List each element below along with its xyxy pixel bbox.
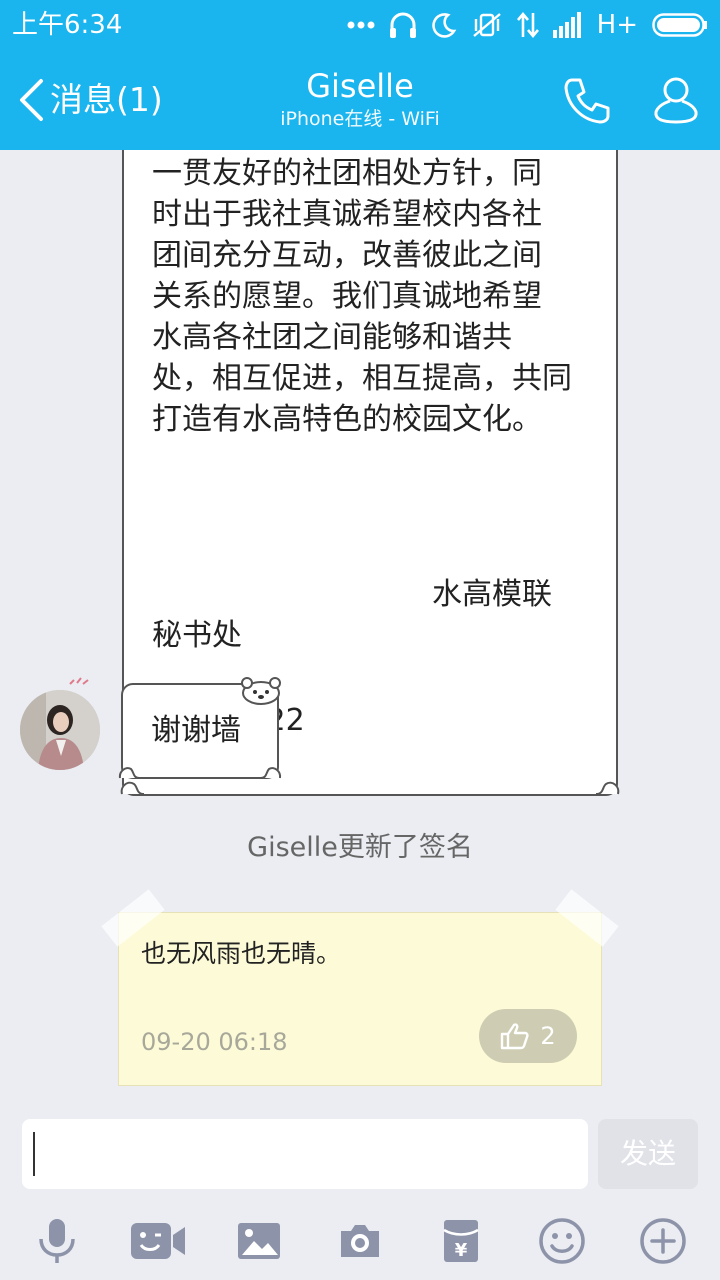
bubble-curl-icon — [118, 767, 140, 779]
plus-icon — [640, 1218, 686, 1264]
battery-icon — [652, 13, 707, 37]
video-emoji-icon — [131, 1223, 185, 1259]
signal-icon — [552, 12, 581, 38]
red-packet-icon: ¥ — [443, 1220, 479, 1262]
status-time: 上午6:34 — [12, 10, 123, 40]
bubble-curl-icon — [260, 767, 282, 779]
tape-decoration — [555, 889, 619, 947]
message-line: 处，相互促进，相互提高，共同 — [152, 361, 572, 396]
message-line: 团间充分互动，改善彼此之间 — [152, 238, 542, 273]
red-packet-button[interactable]: ¥ — [431, 1211, 491, 1271]
message-line: 一贯友好的社团相处方针，同 — [152, 156, 542, 191]
signature-card[interactable]: 也无风雨也无晴。 09-20 06:18 2 — [101, 889, 619, 1086]
message-text: ─ 一贯友好的社团相处方针，同 时出于我社真诚希望校内各社 团间充分互动，改善彼… — [152, 150, 592, 440]
avatar-photo-icon — [20, 690, 100, 770]
cut-off-line: ─ — [152, 150, 592, 153]
message-bubble-short[interactable]: 谢谢墙 — [118, 677, 282, 779]
camera-icon — [341, 1225, 379, 1257]
emoji-icon — [539, 1218, 585, 1264]
sparkle-decoration-icon — [69, 677, 89, 685]
user-icon — [654, 77, 698, 124]
chevron-left-icon — [20, 79, 43, 121]
message-input[interactable] — [22, 1119, 588, 1189]
send-button[interactable]: 发送 — [598, 1119, 698, 1189]
text-cursor — [33, 1132, 35, 1176]
headphone-icon — [389, 12, 416, 38]
message-line: 水高各社团之间能够和谐共 — [152, 320, 512, 355]
image-icon — [238, 1223, 280, 1259]
signature-text: 也无风雨也无晴。 — [141, 939, 342, 968]
call-button[interactable] — [558, 72, 614, 128]
like-button[interactable]: 2 — [479, 1009, 577, 1063]
moon-icon — [431, 13, 456, 38]
more-dots-icon — [347, 21, 375, 29]
message-line: 时出于我社真诚希望校内各社 — [152, 197, 542, 232]
system-notice: Giselle更新了签名 — [247, 832, 473, 863]
profile-button[interactable] — [648, 72, 704, 128]
input-bar: 发送 ¥ — [0, 1105, 720, 1280]
more-button[interactable] — [633, 1211, 693, 1271]
chat-title-block: Giselle iPhone在线 - WiFi — [180, 66, 540, 132]
chat-area[interactable]: ─ 一贯友好的社团相处方针，同 时出于我社真诚希望校内各社 团间充分互动，改善彼… — [0, 150, 720, 1105]
data-transfer-icon — [516, 11, 539, 39]
voice-button[interactable] — [27, 1211, 87, 1271]
message-signature-dept: 秘书处 — [152, 618, 242, 653]
signature-time: 09-20 06:18 — [141, 1028, 288, 1056]
status-bar: 上午6:34 H+ — [0, 0, 720, 50]
bubble-curl-icon — [595, 781, 620, 795]
emoji-button[interactable] — [532, 1211, 592, 1271]
like-count: 2 — [540, 1022, 556, 1050]
thumbs-up-icon — [501, 1023, 529, 1050]
message-line: 关系的愿望。我们真诚地希望 — [152, 279, 542, 314]
chat-title: Giselle — [306, 67, 414, 105]
network-type: H+ — [596, 10, 638, 40]
microphone-icon — [39, 1219, 75, 1263]
input-toolbar: ¥ — [0, 1211, 720, 1271]
svg-text:¥: ¥ — [455, 1240, 468, 1261]
back-label: 消息(1) — [50, 80, 163, 119]
camera-button[interactable] — [330, 1211, 390, 1271]
back-button[interactable]: 消息(1) — [18, 76, 163, 124]
image-button[interactable] — [229, 1211, 289, 1271]
bear-decoration-icon — [241, 677, 281, 705]
chat-header: 消息(1) Giselle iPhone在线 - WiFi — [0, 50, 720, 150]
vibrate-off-icon — [472, 13, 501, 37]
status-icons: H+ — [347, 8, 708, 42]
phone-icon — [564, 78, 610, 124]
message-text: 谢谢墙 — [151, 713, 241, 748]
chat-subtitle: iPhone在线 - WiFi — [280, 108, 440, 130]
message-line: 打造有水高特色的校园文化。 — [152, 402, 542, 437]
message-signature-org: 水高模联 — [432, 577, 552, 612]
avatar[interactable] — [20, 690, 100, 770]
video-emoji-button[interactable] — [128, 1211, 188, 1271]
